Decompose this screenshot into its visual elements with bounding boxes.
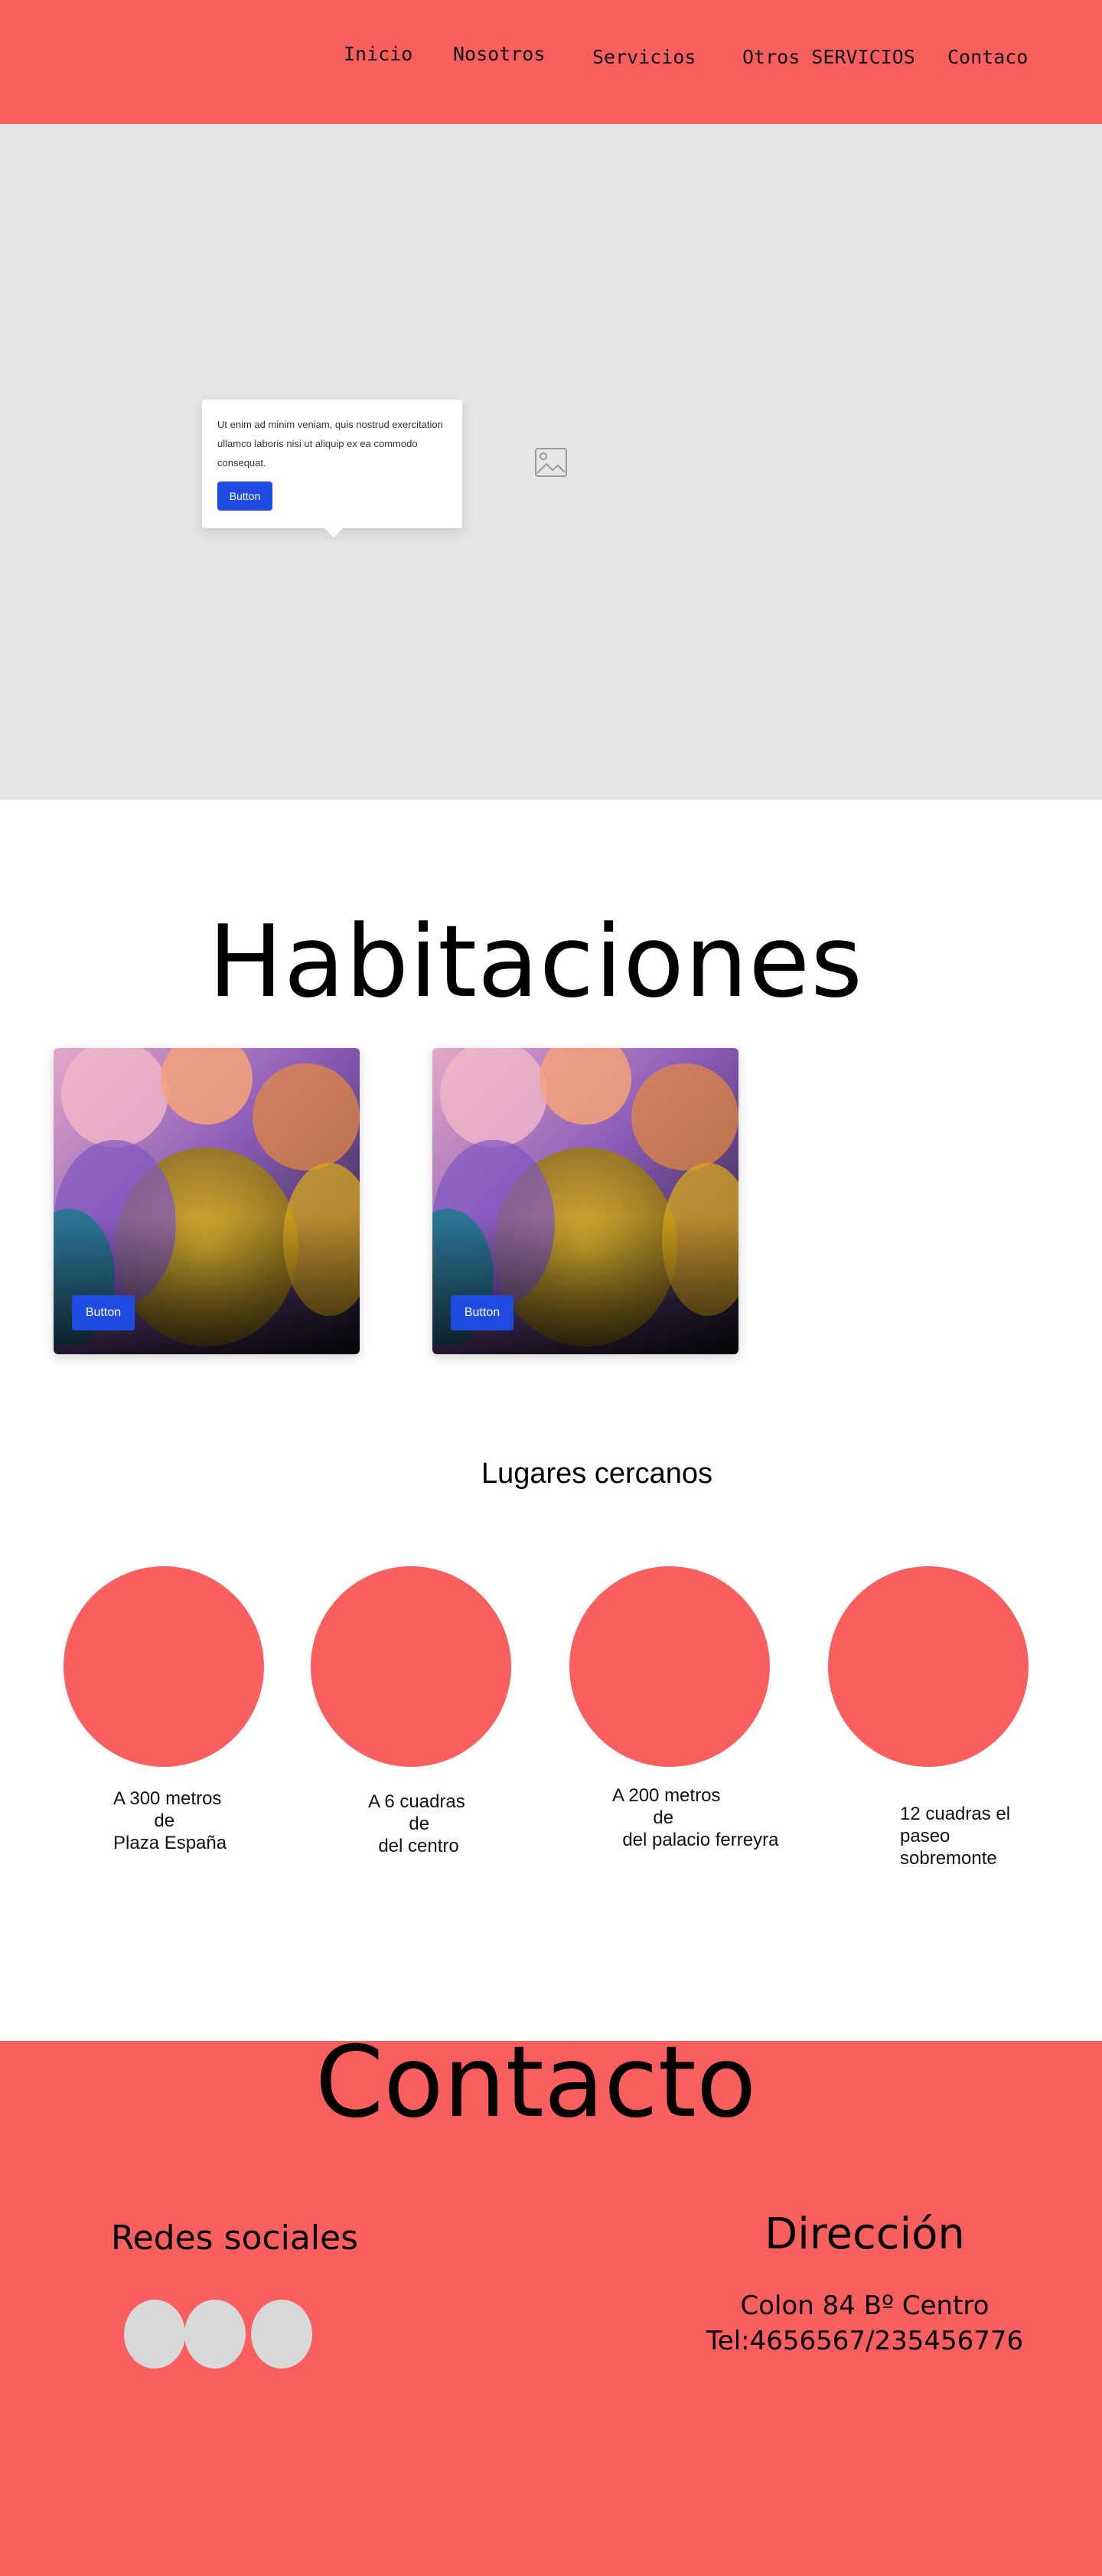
place-text: A 200 metros de del palacio ferreyra (612, 1785, 779, 1850)
place-circle (828, 1566, 1029, 1767)
social-title: Redes sociales (111, 2218, 359, 2258)
image-placeholder-icon (535, 448, 567, 477)
contact-title: Contacto (315, 2026, 757, 2140)
nav-nosotros[interactable]: Nosotros (453, 43, 545, 65)
place-text: A 6 cuadras de del centro (368, 1791, 465, 1856)
phone-text: Tel:4656567/235456776 (706, 2326, 1024, 2356)
popover-text: Ut enim ad minim veniam, quis nostrud ex… (217, 419, 443, 469)
popover-button[interactable]: Button (217, 482, 272, 511)
contact-section: Contacto Redes sociales Dirección Colon … (0, 2026, 1102, 2576)
nav-contacto[interactable]: Contaco (947, 46, 1028, 68)
hero-section: Ut enim ad minim veniam, quis nostrud ex… (0, 124, 1102, 800)
lugares-title: Lugares cercanos (481, 1458, 713, 1490)
nav-servicios[interactable]: Servicios (592, 46, 696, 68)
place-circle (569, 1566, 770, 1767)
room-card-button[interactable]: Button (451, 1295, 514, 1330)
place-text: A 300 metros de Plaza España (113, 1788, 227, 1853)
room-card[interactable]: Button (54, 1048, 360, 1354)
social-icon[interactable] (124, 2300, 185, 2369)
room-card[interactable]: Button (432, 1048, 738, 1354)
hero-popover: Ut enim ad minim veniam, quis nostrud ex… (202, 400, 462, 537)
habitaciones-title: Habitaciones (208, 903, 863, 1020)
room-card-button[interactable]: Button (72, 1295, 135, 1330)
social-icon[interactable] (184, 2300, 246, 2369)
nav-otros-servicios[interactable]: Otros SERVICIOS (742, 46, 915, 68)
place-circle (311, 1566, 511, 1767)
social-icon[interactable] (251, 2300, 312, 2369)
site-header: Inicio Nosotros Servicios Otros SERVICIO… (0, 0, 1102, 124)
nav-inicio[interactable]: Inicio (344, 43, 412, 65)
place-circle (64, 1566, 264, 1767)
direccion-title: Dirección (765, 2209, 965, 2259)
place-text: 12 cuadras el paseo sobremonte (900, 1804, 1011, 1869)
address-text: Colon 84 Bº Centro (740, 2290, 990, 2321)
